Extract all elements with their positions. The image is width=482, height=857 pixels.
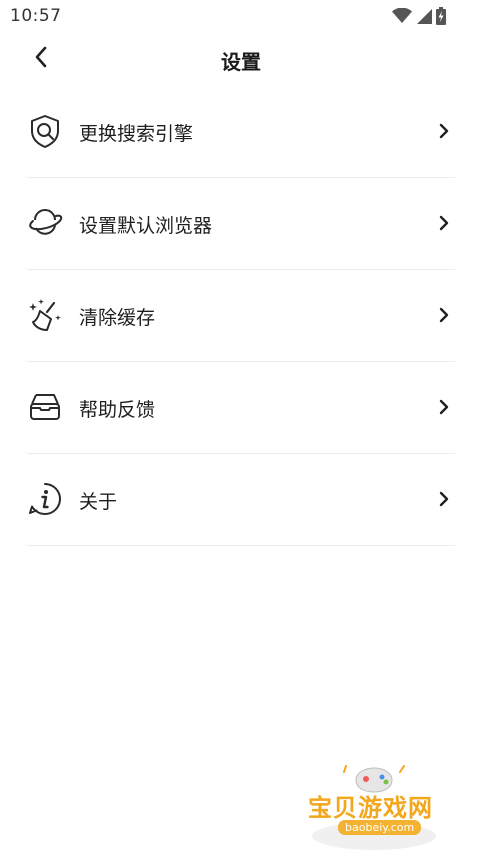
battery-charging-icon xyxy=(436,7,446,25)
settings-item-label: 帮助反馈 xyxy=(79,399,156,421)
wifi-icon xyxy=(392,8,412,24)
broom-sparkle-icon xyxy=(27,297,63,333)
settings-item-label: 设置默认浏览器 xyxy=(79,215,213,237)
settings-item-default-browser[interactable]: 设置默认浏览器 xyxy=(27,178,455,270)
search-shield-icon xyxy=(27,113,63,149)
inbox-icon xyxy=(27,389,63,425)
signal-icon xyxy=(416,8,432,24)
settings-item-change-search-engine[interactable]: 更换搜索引擎 xyxy=(27,86,455,178)
status-time: 10:57 xyxy=(10,6,62,26)
watermark-title: 宝贝游戏网 xyxy=(308,794,433,822)
settings-item-about[interactable]: 关于 xyxy=(27,454,455,546)
watermark-url: baobeiy.com xyxy=(338,820,422,835)
status-icons xyxy=(392,7,446,25)
status-bar: 10:57 xyxy=(0,0,482,32)
info-circle-icon xyxy=(27,481,63,517)
watermark-logo: 宝贝游戏网 baobeiy.com xyxy=(300,764,458,854)
page-title: 设置 xyxy=(221,50,261,74)
settings-item-label: 更换搜索引擎 xyxy=(79,123,194,145)
settings-item-label: 清除缓存 xyxy=(79,307,156,329)
settings-item-label: 关于 xyxy=(79,491,118,513)
chevron-right-icon xyxy=(437,305,451,325)
header: 设置 xyxy=(0,36,482,82)
chevron-right-icon xyxy=(437,397,451,417)
settings-item-help-feedback[interactable]: 帮助反馈 xyxy=(27,362,455,454)
chevron-right-icon xyxy=(437,121,451,141)
chevron-right-icon xyxy=(437,489,451,509)
settings-list: 更换搜索引擎 设置默认浏览器 清除缓存 帮助反馈 关于 xyxy=(27,86,455,546)
planet-icon xyxy=(27,205,63,241)
chevron-right-icon xyxy=(437,213,451,233)
settings-item-clear-cache[interactable]: 清除缓存 xyxy=(27,270,455,362)
